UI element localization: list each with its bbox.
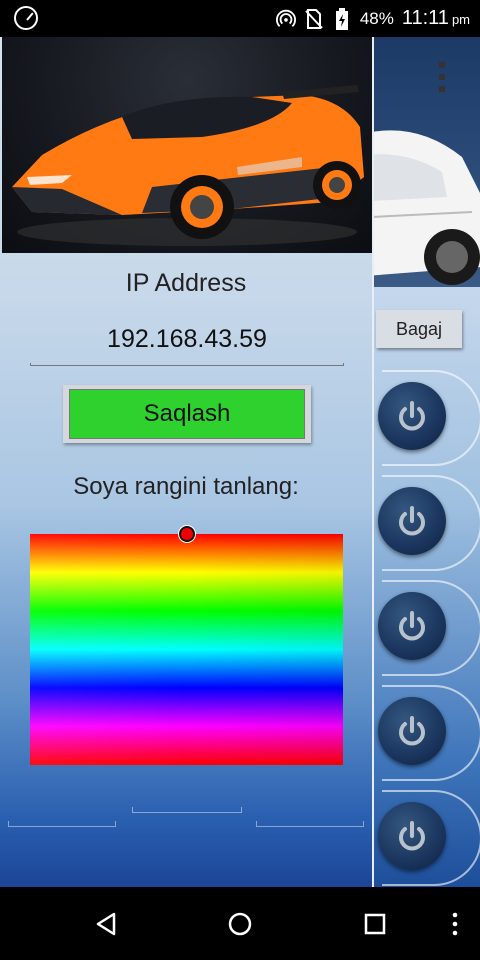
power-icon[interactable] [378,592,446,660]
status-bar: 48% 11:11 pm [0,0,480,37]
empty-field-underline [132,807,242,813]
home-icon[interactable] [225,909,255,939]
power-toggle-4[interactable] [372,685,480,785]
back-icon[interactable] [92,909,122,939]
power-icon[interactable] [378,382,446,450]
power-icon[interactable] [378,487,446,555]
bagaj-button[interactable]: Bagaj [376,310,462,348]
power-toggle-5[interactable] [372,790,480,890]
power-toggle-1[interactable] [372,370,480,470]
save-button[interactable]: Saqlash [69,389,305,439]
clock-ampm: pm [451,12,470,27]
more-icon[interactable] [440,909,470,939]
ip-address-input[interactable]: 192.168.43.59 [30,325,344,354]
power-icon[interactable] [378,697,446,765]
orange-sports-car-illustration [12,85,364,246]
white-car-illustration [372,130,480,285]
background-car-image [372,37,480,287]
color-picker[interactable] [30,526,343,765]
battery-charging-icon [332,7,352,30]
ip-address-label: IP Address [125,269,247,297]
overflow-menu-icon[interactable] [435,62,449,98]
status-icons: 48% 11:11 pm [275,0,470,37]
power-icon[interactable] [378,802,446,870]
power-toggle-3[interactable] [372,580,480,680]
battery-percent: 48% [359,8,394,28]
hero-car-image [2,37,372,253]
ip-input-underline [30,363,344,366]
clock: 11:11 pm [402,7,470,30]
empty-field-underline [8,821,116,827]
color-picker-marker[interactable] [179,526,195,542]
speedometer-icon [14,6,38,30]
navigation-bar [0,887,480,960]
color-prompt-label: Soya rangini tanlang: [73,473,299,500]
empty-field-underline [256,821,364,827]
hotspot-icon [275,9,296,29]
save-button-frame: Saqlash [63,385,311,443]
no-sim-icon [304,8,324,29]
settings-drawer: IP Address 192.168.43.59 Saqlash Soya ra… [0,37,374,887]
power-toggle-2[interactable] [372,475,480,575]
recents-icon[interactable] [360,909,390,939]
clock-time: 11:11 [401,7,449,29]
